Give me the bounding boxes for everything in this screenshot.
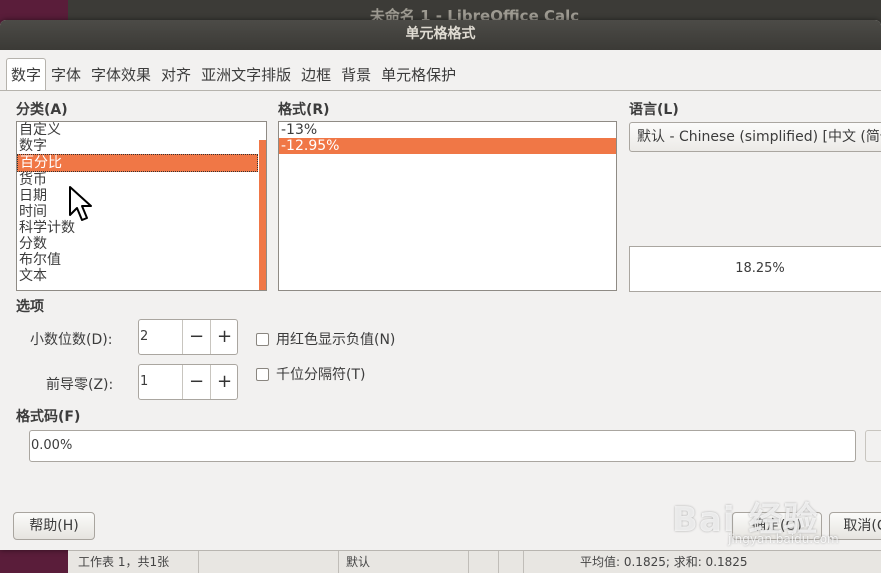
tab-alignment[interactable]: 对齐 [156, 58, 196, 89]
list-item[interactable]: 数字 [17, 138, 266, 154]
format-code-label: 格式码(F) [16, 409, 81, 425]
thousands-separator-label: 千位分隔符(T) [276, 367, 366, 383]
format-list[interactable]: -13% -12.95% [278, 121, 617, 291]
status-sheet: 工作表 1，共1张 [78, 555, 170, 569]
list-item[interactable]: 日期 [17, 188, 266, 204]
format-label: 格式(R) [278, 102, 330, 118]
list-item[interactable]: -13% [279, 122, 616, 138]
category-list[interactable]: 自定义 数字 百分比 货币 日期 时间 科学计数 分数 布尔值 文本 [16, 121, 267, 291]
negative-red-label: 用红色显示负值(N) [276, 332, 396, 348]
format-code-input[interactable]: 0.00% [29, 430, 856, 462]
decimal-places-value[interactable]: 2 [140, 320, 148, 354]
format-preview: 18.25% [629, 246, 881, 292]
leading-zeros-value[interactable]: 1 [140, 365, 148, 399]
list-item[interactable]: 文本 [17, 268, 266, 284]
list-item-selected[interactable]: -12.95% [279, 138, 616, 154]
leading-zeros-stepper[interactable]: 1 − + [138, 364, 238, 400]
tab-borders[interactable]: 边框 [296, 58, 336, 89]
watermark-url: jingyan.baidu.com [728, 532, 839, 546]
negative-red-checkbox[interactable]: 用红色显示负值(N) [256, 329, 395, 349]
dialog-title: 单元格格式 [0, 20, 881, 50]
tab-font[interactable]: 字体 [46, 58, 86, 89]
list-item[interactable]: 货币 [17, 172, 266, 188]
category-label: 分类(A) [16, 102, 68, 118]
mouse-pointer-icon [69, 186, 92, 221]
help-button[interactable]: 帮助(H) [13, 512, 95, 540]
increment-button[interactable]: + [210, 320, 238, 354]
options-label: 选项 [16, 299, 44, 315]
list-item[interactable]: 自定义 [17, 122, 266, 138]
list-item[interactable]: 分数 [17, 236, 266, 252]
list-item-selected[interactable]: 百分比 [17, 154, 258, 172]
format-cells-dialog: 单元格格式 数字 字体 字体效果 对齐 亚洲文字排版 边框 背景 单元格保护 分… [0, 20, 881, 550]
checkbox-icon[interactable] [256, 332, 269, 346]
decrement-button[interactable]: − [182, 365, 210, 399]
background-status-bar: 工作表 1，共1张 默认 平均值: 0.1825; 求和: 0.1825 [68, 550, 881, 573]
list-item[interactable]: 科学计数 [17, 220, 266, 236]
decrement-button[interactable]: − [182, 320, 210, 354]
checkbox-icon[interactable] [256, 367, 269, 381]
tab-background[interactable]: 背景 [336, 58, 376, 89]
increment-button[interactable]: + [210, 365, 238, 399]
status-sum: 平均值: 0.1825; 求和: 0.1825 [580, 555, 748, 569]
language-label: 语言(L) [629, 102, 679, 118]
thousands-separator-checkbox[interactable]: 千位分隔符(T) [256, 364, 365, 384]
decimal-places-label: 小数位数(D): [30, 332, 113, 348]
tab-cell-protection[interactable]: 单元格保护 [376, 58, 461, 89]
tab-font-effects[interactable]: 字体效果 [86, 58, 156, 89]
format-code-action-button[interactable] [865, 430, 881, 462]
list-item[interactable]: 布尔值 [17, 252, 266, 268]
tab-divider [0, 90, 881, 91]
list-item[interactable]: 时间 [17, 204, 266, 220]
tab-bar: 数字 字体 字体效果 对齐 亚洲文字排版 边框 背景 单元格保护 [6, 58, 461, 90]
language-select[interactable]: 默认 - Chinese (simplified) [中文 (简体 [629, 122, 881, 152]
category-scrollbar[interactable] [259, 140, 266, 290]
status-language: 默认 [346, 555, 371, 569]
tab-asian-typography[interactable]: 亚洲文字排版 [196, 58, 296, 89]
decimal-places-stepper[interactable]: 2 − + [138, 319, 238, 355]
tab-numbers[interactable]: 数字 [6, 58, 47, 90]
leading-zeros-label: 前导零(Z): [46, 377, 114, 393]
